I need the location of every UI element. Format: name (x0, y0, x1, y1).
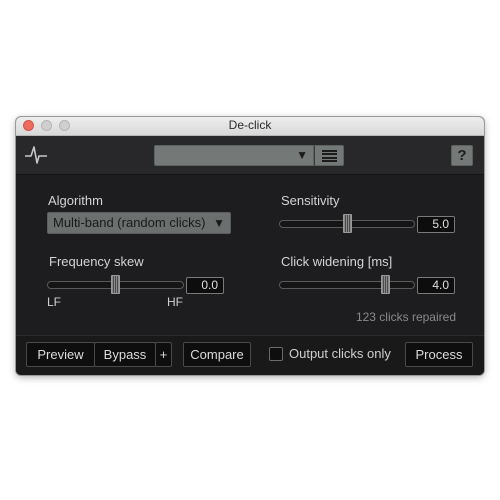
bypass-add-button[interactable]: + (155, 342, 172, 367)
title-bar: De-click (16, 117, 484, 136)
waveform-logo-icon (25, 146, 47, 164)
output-clicks-only-checkbox[interactable] (269, 347, 283, 361)
algorithm-label: Algorithm (48, 193, 103, 208)
preset-selector[interactable]: ▼ (154, 145, 314, 166)
frequency-skew-slider-thumb[interactable] (111, 275, 120, 294)
declick-window: De-click ▼ ? Algorithm Multi-band (rando… (16, 117, 484, 375)
window-title: De-click (228, 118, 272, 132)
chevron-down-icon: ▼ (213, 216, 225, 230)
clicks-repaired-status: 123 clicks repaired (355, 310, 456, 324)
compare-button[interactable]: Compare (183, 342, 251, 367)
process-button[interactable]: Process (405, 342, 473, 367)
frequency-skew-label: Frequency skew (49, 254, 144, 269)
sensitivity-label: Sensitivity (281, 193, 340, 208)
hf-label: HF (167, 295, 183, 309)
click-widening-slider-track[interactable] (279, 281, 415, 289)
bypass-button[interactable]: Bypass (94, 342, 156, 367)
algorithm-value: Multi-band (random clicks) (53, 215, 206, 230)
click-widening-slider-thumb[interactable] (380, 275, 390, 294)
help-button[interactable]: ? (451, 145, 473, 166)
list-menu-icon (322, 150, 337, 162)
click-widening-label: Click widening [ms] (281, 254, 393, 269)
output-clicks-only-label[interactable]: Output clicks only (289, 346, 391, 361)
click-widening-value[interactable]: 4.0 (417, 277, 455, 294)
plugin-header: ▼ ? (16, 136, 484, 175)
sensitivity-value[interactable]: 5.0 (417, 216, 455, 233)
lf-label: LF (47, 295, 62, 309)
frequency-skew-value[interactable]: 0.0 (186, 277, 224, 294)
preset-menu-button[interactable] (314, 145, 344, 166)
footer-bar: Preview Bypass + Compare Output clicks o… (16, 335, 484, 375)
preview-button[interactable]: Preview (26, 342, 95, 367)
sensitivity-slider-thumb[interactable] (342, 214, 352, 233)
algorithm-dropdown[interactable]: Multi-band (random clicks) ▼ (47, 212, 231, 234)
chevron-down-icon: ▼ (296, 148, 308, 162)
